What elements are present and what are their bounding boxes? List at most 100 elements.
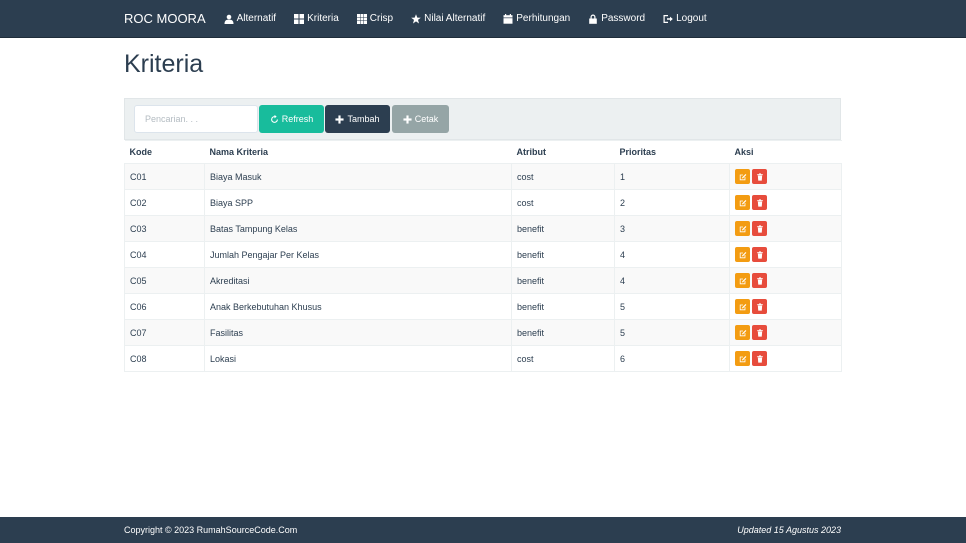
cell-prioritas: 5: [614, 293, 730, 320]
cell-aksi: [729, 319, 842, 346]
table-row: C08 Lokasi cost 6: [124, 345, 842, 372]
cell-kode: C03: [124, 215, 205, 242]
header-nama: Nama Kriteria: [204, 140, 512, 164]
nav-item-alternatif[interactable]: Alternatif: [224, 13, 276, 24]
table-row: C05 Akreditasi benefit 4: [124, 267, 842, 294]
refresh-button[interactable]: Refresh: [259, 105, 324, 133]
cell-prioritas: 4: [614, 267, 730, 294]
log-out-icon: [663, 14, 673, 23]
edit-icon: [739, 277, 746, 284]
edit-icon: [739, 329, 746, 336]
edit-icon: [739, 173, 746, 180]
nav-item-label: Alternatif: [236, 13, 277, 24]
cell-atribut: benefit: [511, 293, 615, 320]
edit-button[interactable]: [735, 221, 750, 236]
top-navbar: ROC MOORA Alternatif Kriteria Crisp Nila…: [0, 0, 966, 38]
cell-aksi: [729, 345, 842, 372]
cell-atribut: benefit: [511, 319, 615, 346]
delete-button[interactable]: [752, 273, 767, 288]
nav-item-label: Crisp: [369, 13, 394, 24]
cell-aksi: [729, 215, 842, 242]
cell-atribut: benefit: [511, 241, 615, 268]
edit-icon: [739, 199, 746, 206]
cell-kode: C04: [124, 241, 205, 268]
cell-nama: Biaya Masuk: [204, 163, 512, 190]
brand-link[interactable]: ROC MOORA: [124, 11, 206, 26]
add-button[interactable]: Tambah: [325, 105, 390, 133]
trash-icon: [756, 302, 763, 311]
edit-button[interactable]: [735, 169, 750, 184]
delete-button[interactable]: [752, 299, 767, 314]
nav-item-password[interactable]: Password: [588, 13, 645, 24]
delete-button[interactable]: [752, 247, 767, 262]
toolbar: Refresh Tambah Cetak: [124, 98, 841, 140]
nav-item-label: Perhitungan: [516, 13, 571, 24]
edit-button[interactable]: [735, 299, 750, 314]
nav-item-perhitungan[interactable]: Perhitungan: [503, 13, 570, 24]
table-row: C07 Fasilitas benefit 5: [124, 319, 842, 346]
cell-atribut: cost: [511, 345, 615, 372]
cell-nama: Akreditasi: [204, 267, 512, 294]
user-icon: [224, 14, 234, 24]
cell-nama: Anak Berkebutuhan Khusus: [204, 293, 512, 320]
trash-icon: [756, 198, 763, 207]
trash-icon: [756, 250, 763, 259]
trash-icon: [756, 276, 763, 285]
nav-item-logout[interactable]: Logout: [663, 13, 707, 24]
delete-button[interactable]: [752, 221, 767, 236]
cell-nama: Jumlah Pengajar Per Kelas: [204, 241, 512, 268]
edit-icon: [739, 303, 746, 310]
cell-atribut: cost: [511, 163, 615, 190]
nav-item-label: Logout: [676, 13, 707, 24]
refresh-label: Refresh: [281, 114, 314, 124]
nav-inner: ROC MOORA Alternatif Kriteria Crisp Nila…: [124, 0, 725, 37]
cell-nama: Fasilitas: [204, 319, 512, 346]
cell-kode: C01: [124, 163, 205, 190]
edit-button[interactable]: [735, 273, 750, 288]
copyright-text: Copyright © 2023 RumahSourceCode.Com: [124, 525, 298, 535]
lock-icon: [589, 14, 598, 24]
cell-prioritas: 5: [614, 319, 730, 346]
th-large-icon: [294, 13, 305, 24]
nav-item-kriteria[interactable]: Kriteria: [294, 13, 339, 24]
delete-button[interactable]: [752, 195, 767, 210]
table-row: C01 Biaya Masuk cost 1: [124, 163, 842, 190]
cell-kode: C07: [124, 319, 205, 346]
cell-prioritas: 1: [614, 163, 730, 190]
edit-button[interactable]: [735, 195, 750, 210]
star-icon: [411, 13, 421, 23]
search-input[interactable]: [134, 105, 258, 133]
cell-nama: Batas Tampung Kelas: [204, 215, 512, 242]
cell-aksi: [729, 241, 842, 268]
nav-item-nilai-alternatif[interactable]: Nilai Alternatif: [411, 13, 485, 24]
edit-button[interactable]: [735, 247, 750, 262]
print-button[interactable]: Cetak: [392, 105, 449, 133]
header-prioritas: Prioritas: [614, 140, 730, 164]
cell-prioritas: 4: [614, 241, 730, 268]
nav-item-label: Kriteria: [307, 13, 339, 24]
delete-button[interactable]: [752, 351, 767, 366]
kriteria-table: Kode Nama Kriteria Atribut Prioritas Aks…: [124, 140, 842, 372]
trash-icon: [756, 224, 763, 233]
trash-icon: [756, 172, 763, 181]
print-label: Cetak: [414, 114, 439, 124]
delete-button[interactable]: [752, 325, 767, 340]
header-aksi: Aksi: [729, 140, 842, 164]
delete-button[interactable]: [752, 169, 767, 184]
calendar-icon: [503, 13, 513, 24]
th-icon: [356, 13, 367, 24]
cell-aksi: [729, 189, 842, 216]
edit-button[interactable]: [735, 325, 750, 340]
edit-icon: [739, 355, 746, 362]
nav-item-crisp[interactable]: Crisp: [356, 13, 394, 24]
table-row: C02 Biaya SPP cost 2: [124, 189, 842, 216]
edit-icon: [739, 251, 746, 258]
cell-nama: Lokasi: [204, 345, 512, 372]
updated-text: Updated 15 Agustus 2023: [737, 525, 841, 535]
table-row: C04 Jumlah Pengajar Per Kelas benefit 4: [124, 241, 842, 268]
cell-aksi: [729, 267, 842, 294]
edit-button[interactable]: [735, 351, 750, 366]
trash-icon: [756, 354, 763, 363]
cell-prioritas: 3: [614, 215, 730, 242]
cell-kode: C05: [124, 267, 205, 294]
